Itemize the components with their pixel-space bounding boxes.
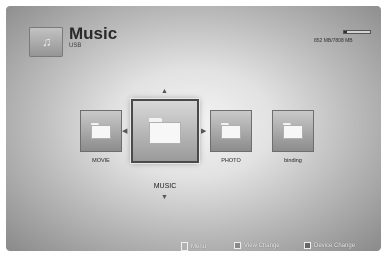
folder-icon: [283, 123, 303, 139]
device-change-label: Device Change: [314, 243, 356, 250]
arrow-down-icon[interactable]: ▼: [161, 194, 168, 201]
music-browser-screen: ♫ Music USB 852 MB/7808 MB MOVIE MUSIC P…: [6, 6, 381, 251]
menu-key-icon: [181, 242, 188, 251]
storage-usage-fill: [344, 31, 347, 33]
folder-item-music-selected[interactable]: [131, 99, 199, 163]
storage-usage-bar: [343, 30, 371, 34]
folder-icon: [149, 118, 181, 144]
folder-icon: [91, 123, 111, 139]
color-key-icon: [234, 242, 241, 249]
folder-label-movie: MOVIE: [92, 158, 110, 164]
arrow-up-icon[interactable]: ▲: [161, 88, 168, 95]
color-key-icon: [304, 242, 311, 249]
music-note-icon: ♫: [29, 27, 63, 57]
view-change-hint[interactable]: View Change: [234, 242, 280, 249]
view-change-label: View Change: [244, 243, 280, 250]
folder-item-binding[interactable]: [272, 110, 314, 152]
device-subtitle: USB: [69, 43, 82, 49]
folder-label-photo: PHOTO: [221, 158, 241, 164]
folder-item-movie[interactable]: [80, 110, 122, 152]
folder-icon: [221, 123, 241, 139]
folder-label-binding: binding: [284, 158, 302, 164]
storage-usage-text: 852 MB/7808 MB: [314, 38, 353, 44]
device-change-hint[interactable]: Device Change: [304, 242, 355, 249]
folder-item-photo[interactable]: [210, 110, 252, 152]
folder-label-music: MUSIC: [153, 183, 177, 190]
arrow-right-icon[interactable]: ▶: [201, 128, 206, 135]
menu-hint-label: Menu: [191, 244, 207, 251]
menu-hint[interactable]: Menu: [181, 242, 206, 251]
page-title: Music: [69, 24, 118, 43]
arrow-left-icon[interactable]: ◀: [122, 128, 127, 135]
